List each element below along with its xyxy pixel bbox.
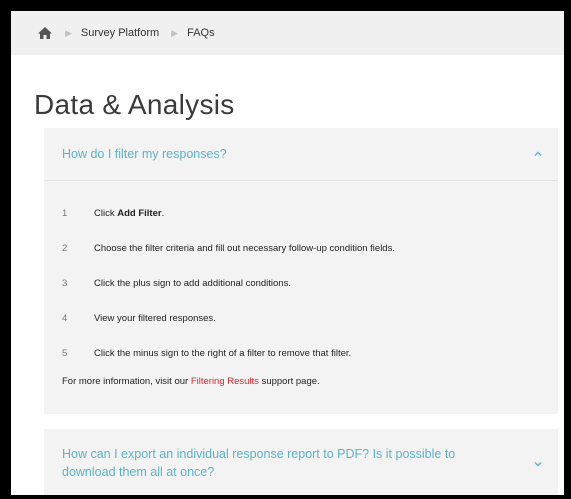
list-item: 5 Click the minus sign to the right of a … (62, 348, 351, 359)
step-text: View your filtered responses. (94, 313, 216, 324)
step-number: 3 (62, 278, 68, 289)
filtering-results-link[interactable]: Filtering Results (191, 376, 259, 387)
step-number: 4 (62, 313, 68, 324)
faq-item-filter-responses: How do I filter my responses? 1 Click Add… (44, 128, 558, 414)
list-item: 4 View your filtered responses. (62, 313, 216, 324)
breadcrumb-separator-icon: ▶ (171, 27, 179, 38)
breadcrumb: ▶ Survey Platform ▶ FAQs (11, 11, 564, 55)
step-emphasis: Add Filter (117, 208, 162, 219)
step-number: 5 (62, 348, 68, 359)
list-item: 3 Click the plus sign to add additional c… (62, 278, 291, 289)
step-number: 1 (62, 208, 68, 219)
more-info-text: For more information, visit our Filterin… (62, 376, 320, 387)
chevron-up-icon[interactable] (532, 148, 544, 160)
faq-question-header[interactable]: How do I filter my responses? (44, 128, 558, 181)
faq-question-text[interactable]: How do I filter my responses? (62, 147, 532, 161)
step-text: Click the plus sign to add additional co… (94, 278, 291, 289)
more-info-suffix: support page. (258, 376, 320, 387)
page-title: Data & Analysis (34, 89, 235, 120)
breadcrumb-item-faqs[interactable]: FAQs (187, 27, 215, 39)
list-item: 2 Choose the filter criteria and fill out… (62, 243, 395, 254)
step-number: 2 (62, 243, 68, 254)
chevron-down-icon[interactable] (532, 457, 544, 469)
page: ▶ Survey Platform ▶ FAQs Data & Analysis… (11, 11, 564, 495)
breadcrumb-item-survey-platform[interactable]: Survey Platform (81, 27, 159, 39)
more-info-prefix: For more information, visit our (62, 376, 191, 387)
step-text: Choose the filter criteria and fill out … (94, 243, 395, 254)
step-text: Click (94, 208, 118, 219)
step-text: Click the minus sign to the right of a f… (94, 348, 352, 359)
faq-question-header[interactable]: How can I export an individual response … (44, 429, 558, 481)
breadcrumb-separator-icon: ▶ (65, 27, 72, 38)
home-icon[interactable] (37, 26, 53, 40)
list-item: 1 Click Add Filter. (62, 208, 164, 219)
step-text-end: . (161, 208, 165, 219)
faq-question-text[interactable]: How can I export an individual response … (62, 445, 532, 481)
faq-item-export-pdf: How can I export an individual response … (44, 429, 558, 495)
